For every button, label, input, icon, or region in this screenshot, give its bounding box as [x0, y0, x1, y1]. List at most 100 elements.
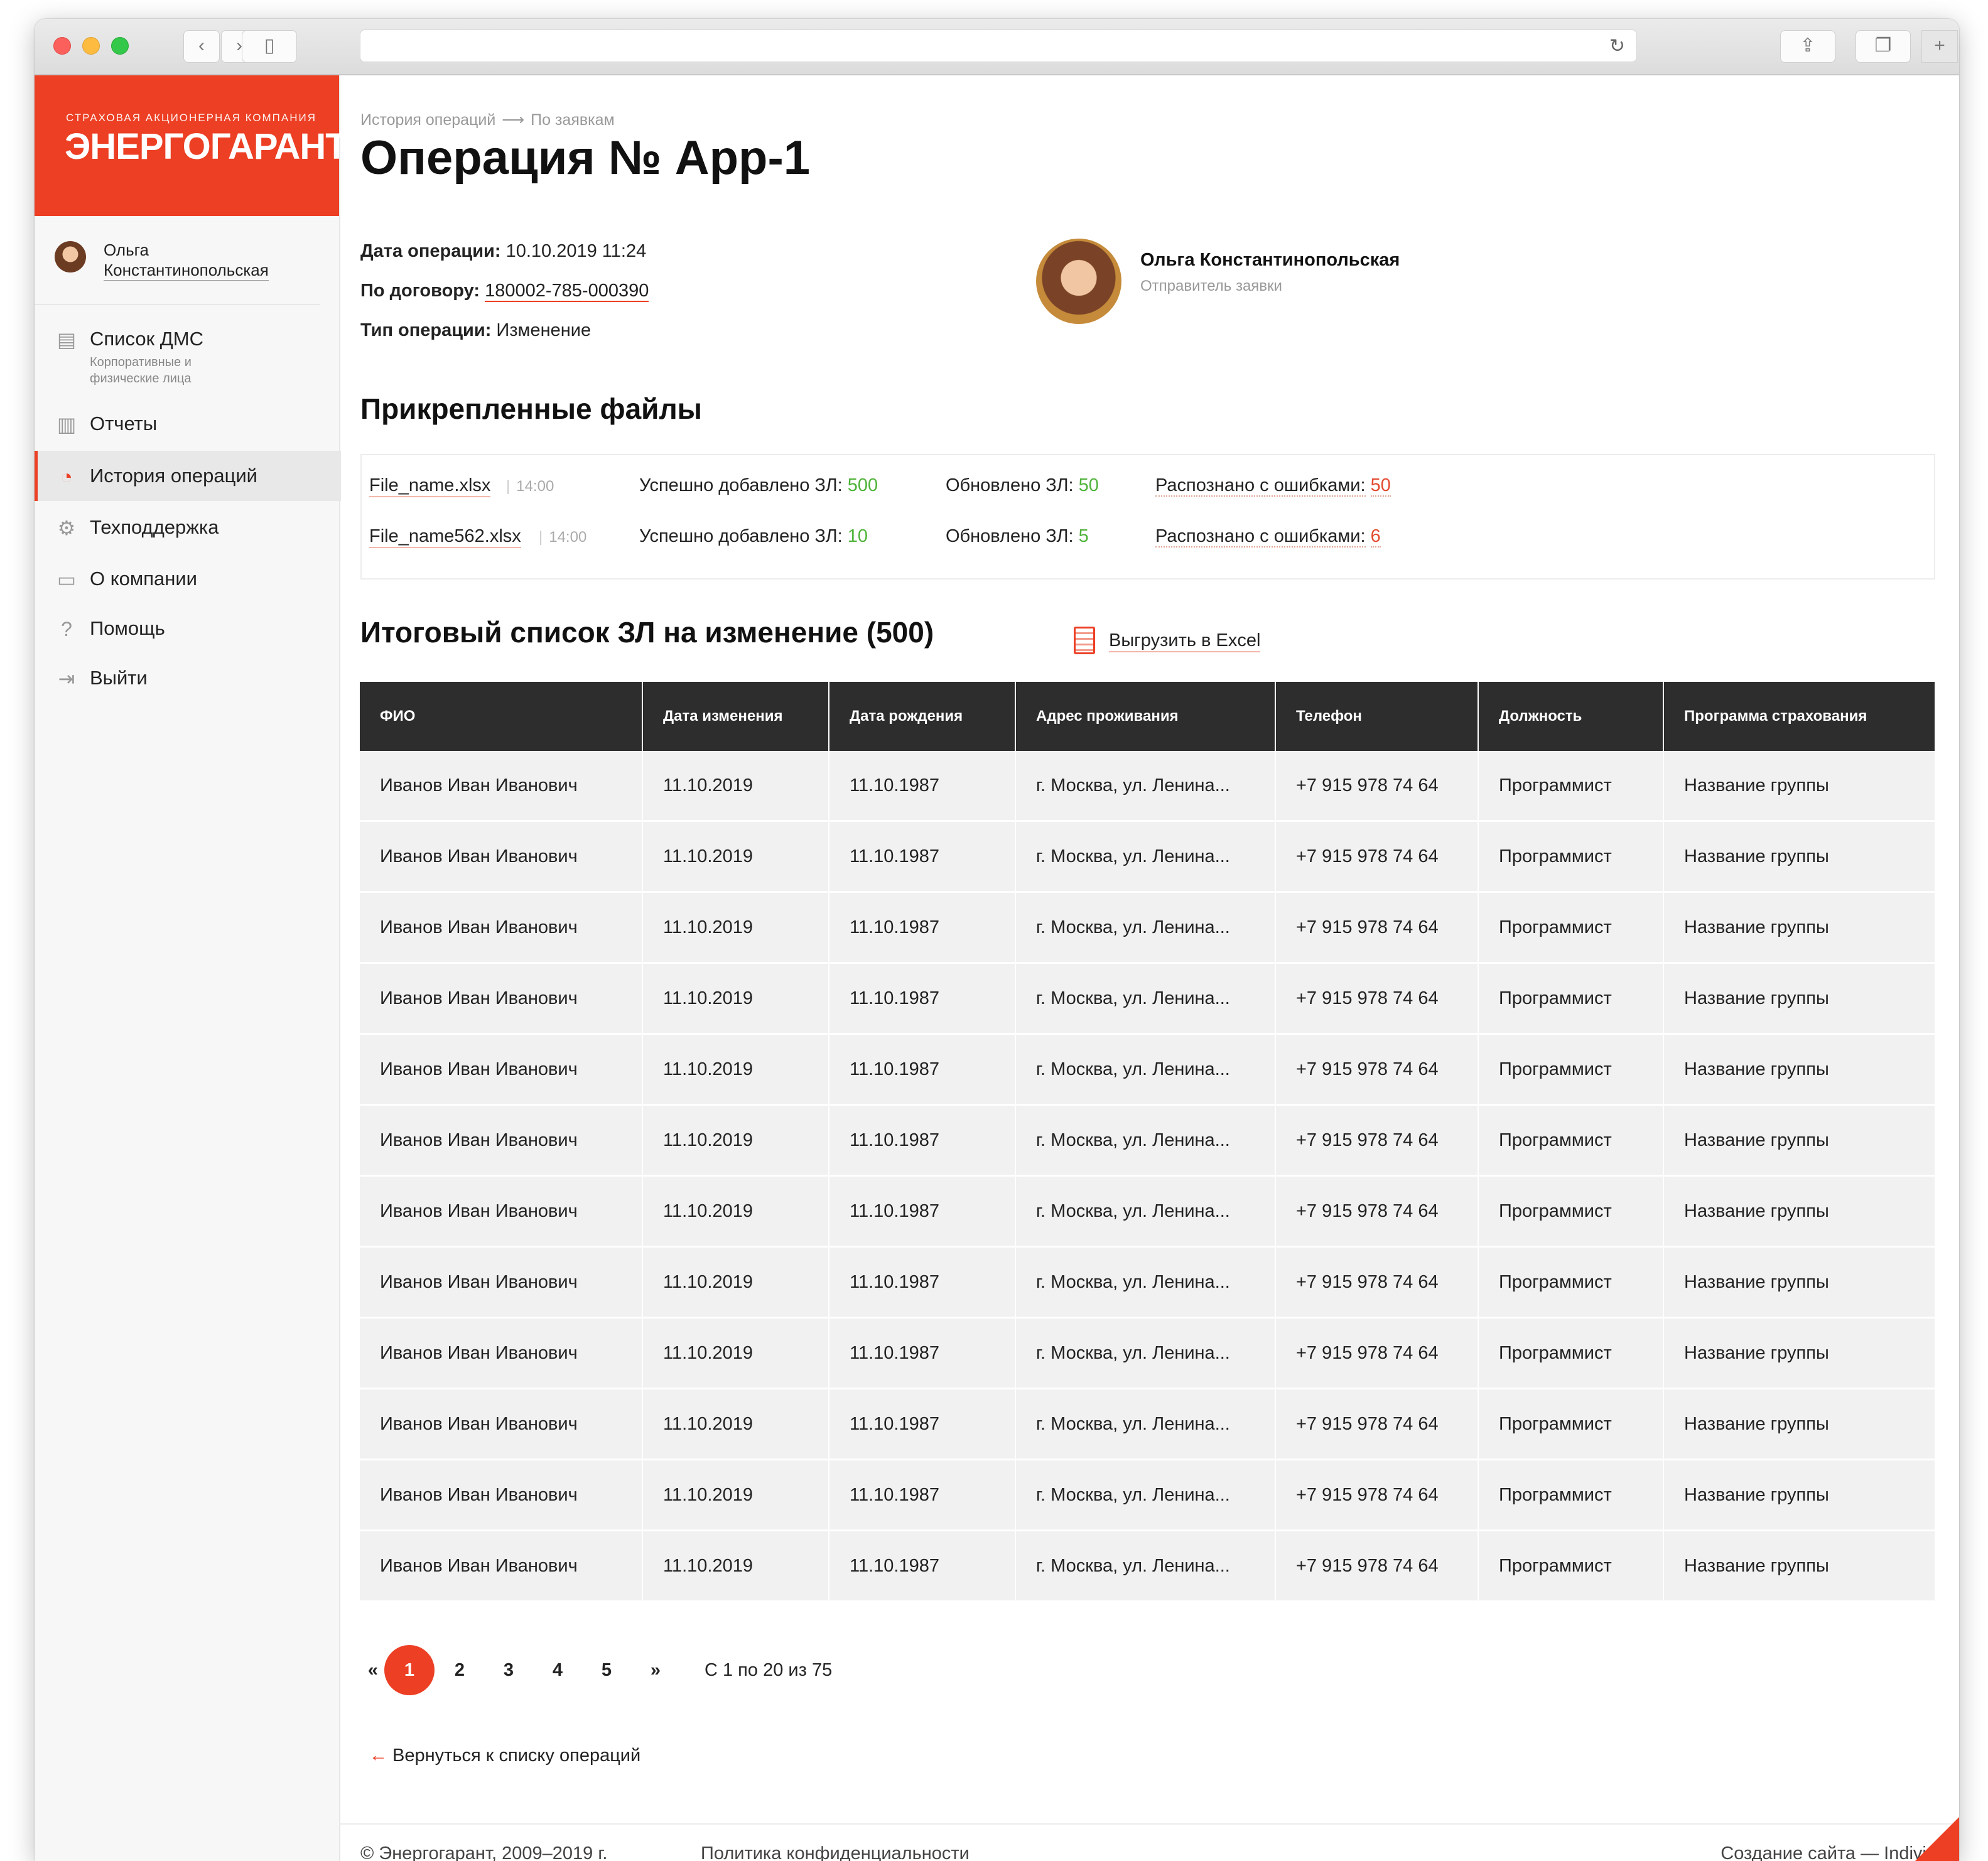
pagination-next-button[interactable]: » [630, 1645, 681, 1695]
new-tab-button[interactable]: + [1921, 30, 1958, 63]
cell-address: г. Москва, ул. Ленина... [1015, 821, 1276, 893]
table-row[interactable]: Иванов Иван Иванович 11.10.2019 11.10.1987… [360, 892, 1935, 964]
cell-change-date: 11.10.2019 [642, 963, 829, 1035]
brand-corner-decoration [1915, 1817, 1959, 1861]
cell-fio: Иванов Иван Иванович [360, 963, 643, 1035]
minimize-window-button[interactable] [82, 37, 100, 55]
file-row: File_name562.xlsx 14:00 Успешно добавлен… [369, 526, 1926, 558]
zoom-window-button[interactable] [111, 37, 129, 55]
pagination-page-3[interactable]: 3 [483, 1645, 534, 1695]
pagination-page-1[interactable]: 1 [384, 1645, 435, 1695]
cell-position: Программист [1478, 892, 1664, 964]
pagination-page-4[interactable]: 4 [532, 1645, 583, 1695]
cell-address: г. Москва, ул. Ленина... [1015, 892, 1276, 964]
cell-change-date: 11.10.2019 [642, 1317, 829, 1389]
sidebar-item-history[interactable]: ◔ История операций [35, 451, 341, 501]
sidebar-item-dms-list[interactable]: ▤ Список ДМС Корпоративные и физические … [35, 314, 338, 389]
sidebar-icon: ▯ [264, 35, 275, 56]
user-first-name: Ольга [104, 240, 149, 259]
back-to-list-link[interactable]: ← Вернуться к списку операций [369, 1745, 640, 1766]
privacy-policy-link[interactable]: Политика конфиденциальности [701, 1843, 970, 1861]
back-nav-button[interactable]: ‹ [183, 30, 220, 63]
cell-program: Название группы [1663, 751, 1935, 822]
cell-change-date: 11.10.2019 [642, 1459, 829, 1531]
sidebar-item-label: Помощь [90, 617, 165, 639]
breadcrumb-item-history[interactable]: История операций [360, 111, 495, 129]
share-button[interactable]: ⇪ [1780, 30, 1835, 63]
brand-name: ЭНЕРГОГАРАНТ [65, 126, 348, 167]
pagination-page-5[interactable]: 5 [581, 1645, 632, 1695]
plus-icon: + [1934, 35, 1945, 56]
browser-window: ‹ › ▯ ↻ ⇪ ❐ + Страховая акционерная комп… [35, 19, 1959, 1861]
file-added-label: Успешно добавлено ЗЛ: [639, 475, 843, 495]
cell-program: Название группы [1663, 1459, 1935, 1531]
breadcrumb-item-requests[interactable]: По заявкам [531, 111, 615, 129]
column-header-fio[interactable]: ФИО [360, 682, 643, 751]
file-time: 14:00 [539, 529, 586, 546]
column-header-position[interactable]: Должность [1478, 682, 1664, 751]
brand-logo[interactable]: Страховая акционерная компания ЭНЕРГОГАР… [35, 75, 348, 216]
table-row[interactable]: Иванов Иван Иванович 11.10.2019 11.10.1987… [360, 1459, 1935, 1531]
sender-card: Ольга Константинопольская Отправитель за… [1036, 239, 1476, 326]
file-errors[interactable]: Распознано с ошибками: 6 [1155, 526, 1381, 548]
cell-position: Программист [1478, 963, 1664, 1035]
cell-program: Название группы [1663, 1246, 1935, 1319]
pagination-page-2[interactable]: 2 [435, 1645, 485, 1695]
file-errors-count: 6 [1370, 526, 1381, 548]
cell-address: г. Москва, ул. Ленина... [1015, 1175, 1276, 1248]
contract-link[interactable]: 180002-785-000390 [485, 281, 649, 302]
sidebar-item-about[interactable]: ▭ О компании [35, 554, 338, 604]
user-name[interactable]: Ольга Константинопольская [104, 240, 269, 281]
cell-change-date: 11.10.2019 [642, 1175, 829, 1248]
cell-change-date: 11.10.2019 [642, 892, 829, 964]
address-bar[interactable]: ↻ [360, 30, 1637, 62]
file-updated-label: Обновлено ЗЛ: [946, 475, 1074, 495]
cell-fio: Иванов Иван Иванович [360, 1033, 643, 1106]
user-profile[interactable]: Ольга Константинопольская [35, 216, 320, 305]
site-credit-link[interactable]: Создание сайта — Individ [1721, 1843, 1937, 1861]
cell-fio: Иванов Иван Иванович [360, 1317, 643, 1389]
reload-icon[interactable]: ↻ [1609, 35, 1625, 57]
table-row[interactable]: Иванов Иван Иванович 11.10.2019 11.10.1987… [360, 1317, 1935, 1389]
cell-position: Программист [1478, 1246, 1664, 1319]
sidebar-item-logout[interactable]: ⇥ Выйти [35, 653, 338, 703]
column-header-address[interactable]: Адрес проживания [1015, 682, 1276, 751]
table-row[interactable]: Иванов Иван Иванович 11.10.2019 11.10.1987… [360, 1033, 1935, 1106]
file-errors-label: Распознано с ошибками: [1155, 526, 1366, 548]
column-header-phone[interactable]: Телефон [1275, 682, 1479, 751]
cell-address: г. Москва, ул. Ленина... [1015, 963, 1276, 1035]
help-icon: ? [61, 618, 72, 640]
table-row[interactable]: Иванов Иван Иванович 11.10.2019 11.10.1987… [360, 821, 1935, 893]
table-row[interactable]: Иванов Иван Иванович 11.10.2019 11.10.1987… [360, 1104, 1935, 1177]
gear-icon: ⚙ [57, 517, 76, 539]
briefcase-icon: ▭ [57, 568, 77, 591]
file-errors[interactable]: Распознано с ошибками: 50 [1155, 475, 1391, 497]
file-name-link[interactable]: File_name.xlsx [369, 475, 491, 497]
sidebar-item-support[interactable]: ⚙ Техподдержка [35, 502, 338, 553]
cell-fio: Иванов Иван Иванович [360, 1175, 643, 1248]
table-row[interactable]: Иванов Иван Иванович 11.10.2019 11.10.1987… [360, 1388, 1935, 1460]
file-updated: Обновлено ЗЛ: 50 [946, 475, 1099, 496]
table-row[interactable]: Иванов Иван Иванович 11.10.2019 11.10.1987… [360, 1530, 1935, 1602]
sidebar-item-reports[interactable]: ▥ Отчеты [35, 399, 338, 449]
cell-birth-date: 11.10.1987 [829, 1530, 1016, 1602]
column-header-program[interactable]: Программа страхования [1663, 682, 1935, 751]
pagination-prev-button[interactable]: « [360, 1645, 386, 1695]
pagination-info: С 1 по 20 из 75 [705, 1660, 833, 1680]
table-row[interactable]: Иванов Иван Иванович 11.10.2019 11.10.1987… [360, 1175, 1935, 1248]
tabs-overview-button[interactable]: ❐ [1856, 30, 1911, 63]
close-window-button[interactable] [53, 37, 71, 55]
brand-tagline: Страховая акционерная компания [66, 112, 317, 124]
table-row[interactable]: Иванов Иван Иванович 11.10.2019 11.10.1987… [360, 963, 1935, 1035]
column-header-birth-date[interactable]: Дата рождения [829, 682, 1016, 751]
file-name-link[interactable]: File_name562.xlsx [369, 526, 521, 548]
cell-birth-date: 11.10.1987 [829, 1104, 1016, 1177]
file-updated-count: 50 [1078, 475, 1099, 495]
cell-birth-date: 11.10.1987 [829, 1033, 1016, 1106]
table-header-row: ФИО Дата изменения Дата рождения Адрес п… [360, 682, 1935, 751]
sidebar-toggle-button[interactable]: ▯ [242, 30, 297, 63]
sidebar-item-help[interactable]: ? Помощь [35, 603, 338, 654]
column-header-change-date[interactable]: Дата изменения [642, 682, 829, 751]
table-row[interactable]: Иванов Иван Иванович 11.10.2019 11.10.1987… [360, 1246, 1935, 1319]
table-row[interactable]: Иванов Иван Иванович 11.10.2019 11.10.1987… [360, 751, 1935, 822]
